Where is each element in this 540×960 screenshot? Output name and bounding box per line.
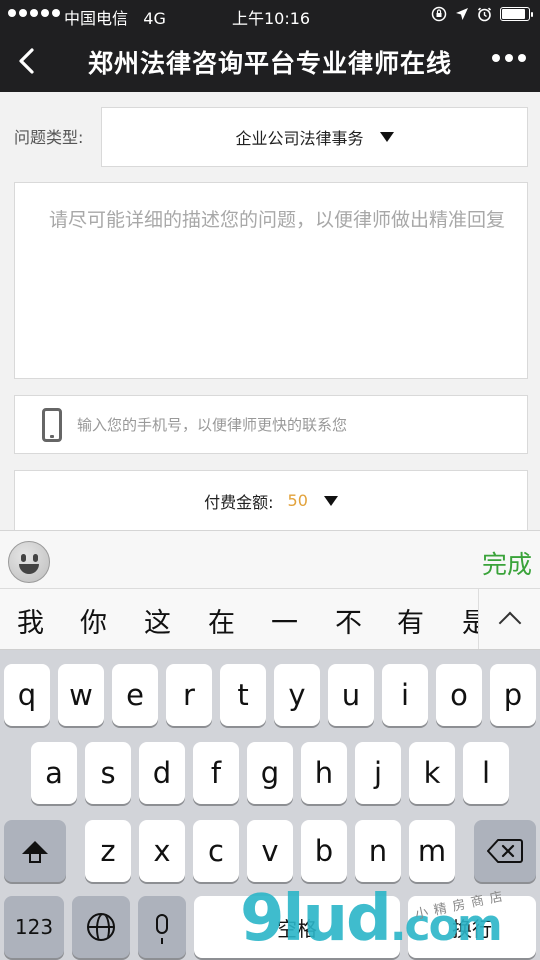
expand-candidates-button[interactable] (478, 589, 540, 649)
network-type: 4G (143, 9, 166, 28)
page-title: 郑州法律咨询平台专业律师在线 (87, 49, 452, 78)
fee-label: 付费金额: (204, 492, 274, 512)
key-letter[interactable]: o (436, 664, 482, 726)
dictation-key[interactable] (138, 896, 186, 958)
key-letter[interactable]: b (301, 820, 347, 882)
key-letter[interactable]: m (409, 820, 455, 882)
key-letter[interactable]: q (4, 664, 50, 726)
key-letter[interactable]: p (490, 664, 536, 726)
shift-icon (22, 840, 48, 863)
question-description-textarea[interactable]: 请尽可能详细的描述您的问题，以便律师做出精准回复 (14, 182, 528, 379)
battery-icon (500, 7, 533, 21)
backspace-key[interactable] (474, 820, 536, 882)
question-type-select[interactable]: 企业公司法律事务 (101, 107, 528, 167)
key-letter[interactable]: y (274, 664, 320, 726)
description-placeholder: 请尽可能详细的描述您的问题，以便律师做出精准回复 (49, 209, 506, 231)
candidate-word[interactable]: 在 (208, 601, 235, 640)
microphone-icon (156, 914, 168, 944)
orientation-lock-icon (431, 6, 447, 22)
key-letter[interactable]: n (355, 820, 401, 882)
alarm-icon (477, 7, 492, 21)
key-letter[interactable]: f (193, 742, 239, 804)
candidate-word[interactable]: 不 (335, 601, 362, 640)
key-letter[interactable]: j (355, 742, 401, 804)
key-letter[interactable]: d (139, 742, 185, 804)
key-letter[interactable]: l (463, 742, 509, 804)
shift-key[interactable] (4, 820, 66, 882)
key-letter[interactable]: g (247, 742, 293, 804)
dropdown-arrow-icon (323, 495, 338, 506)
chevron-up-icon (498, 611, 521, 635)
key-letter[interactable]: h (301, 742, 347, 804)
key-letter[interactable]: x (139, 820, 185, 882)
carrier-name: 中国电信 4G (64, 9, 166, 28)
language-switch-key[interactable] (72, 896, 130, 958)
phone-number-input[interactable]: 输入您的手机号，以便律师更快的联系您 (14, 395, 528, 454)
key-letter[interactable]: k (409, 742, 455, 804)
key-letter[interactable]: t (220, 664, 266, 726)
key-letter[interactable]: a (31, 742, 77, 804)
candidate-word[interactable]: 有 (397, 601, 424, 640)
globe-icon (87, 913, 115, 941)
key-letter[interactable]: i (382, 664, 428, 726)
key-letter[interactable]: u (328, 664, 374, 726)
key-letter[interactable]: w (58, 664, 104, 726)
more-options-icon[interactable] (492, 54, 526, 62)
signal-strength-icon (8, 9, 60, 17)
key-letter[interactable]: e (112, 664, 158, 726)
fee-amount-value: 50 (287, 491, 308, 510)
back-chevron-icon[interactable] (10, 42, 50, 80)
status-time: 上午10:16 (232, 9, 311, 28)
backspace-icon (487, 839, 523, 863)
candidate-bar: 我 你 这 在 一 不 有 是 (0, 588, 540, 650)
emoji-icon[interactable] (8, 541, 50, 583)
key-letter[interactable]: z (85, 820, 131, 882)
mobile-phone-icon (42, 407, 62, 442)
key-letter[interactable]: r (166, 664, 212, 726)
dropdown-arrow-icon (379, 132, 394, 142)
key-letter[interactable]: v (247, 820, 293, 882)
question-type-label: 问题类型: (14, 128, 84, 147)
fee-amount-select[interactable]: 付费金额: 50 (14, 470, 528, 530)
candidate-word[interactable]: 这 (144, 601, 171, 640)
number-mode-key[interactable]: 123 (4, 896, 64, 958)
keyboard-toolbar: 完成 (0, 530, 540, 588)
candidate-word[interactable]: 一 (271, 601, 298, 640)
done-button[interactable]: 完成 (482, 545, 532, 581)
nav-bar: 郑州法律咨询平台专业律师在线 (0, 30, 540, 92)
candidate-word[interactable]: 你 (80, 601, 107, 640)
key-letter[interactable]: c (193, 820, 239, 882)
candidate-word[interactable]: 我 (17, 601, 44, 640)
key-letter[interactable]: s (85, 742, 131, 804)
phone-placeholder: 输入您的手机号，以便律师更快的联系您 (77, 416, 348, 434)
location-icon (456, 8, 468, 20)
status-bar: 中国电信 4G 上午10:16 (0, 0, 540, 30)
question-type-value: 企业公司法律事务 (235, 129, 364, 148)
